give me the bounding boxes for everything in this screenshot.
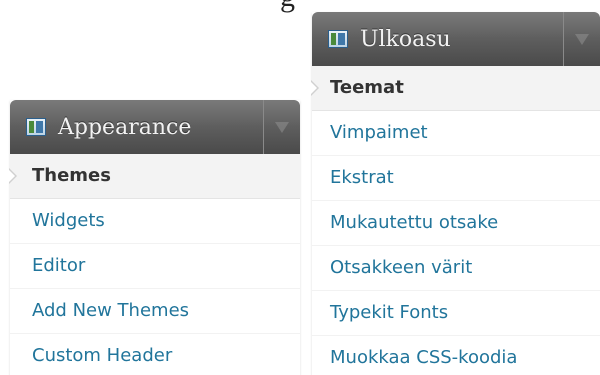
menu-item-add-new-themes[interactable]: Add New Themes — [10, 289, 300, 334]
menu-item-label: Custom Header — [32, 345, 173, 366]
menu-item-label: Editor — [32, 255, 86, 276]
appearance-icon — [328, 30, 348, 48]
cropped-caption-text: g — [280, 0, 295, 14]
menu-item-label: Widgets — [32, 210, 105, 231]
menu-title: Appearance — [58, 114, 192, 140]
appearance-menu-en: Appearance Themes Widgets Editor Add New… — [8, 100, 300, 375]
menu-title: Ulkoasu — [360, 26, 451, 52]
menu-item-label: Mukautettu otsake — [330, 212, 499, 233]
menu-item-label: Typekit Fonts — [330, 302, 449, 323]
menu-item-label: Teemat — [330, 77, 404, 98]
current-pointer-icon — [8, 168, 17, 184]
menu-item-label: Otsakkeen värit — [330, 257, 473, 278]
menu-item-muokkaa-css-koodia[interactable]: Muokkaa CSS-koodia — [312, 336, 600, 375]
menu-item-themes[interactable]: Themes — [8, 154, 300, 199]
appearance-menu-fi: Ulkoasu Teemat Vimpaimet Ekstrat Mukaute… — [310, 12, 600, 375]
menu-item-vimpaimet[interactable]: Vimpaimet — [312, 111, 600, 156]
menu-item-teemat[interactable]: Teemat — [310, 66, 600, 111]
current-pointer-icon — [310, 80, 319, 96]
menu-item-custom-header[interactable]: Custom Header — [10, 334, 300, 375]
menu-item-label: Add New Themes — [32, 300, 190, 321]
menu-item-widgets[interactable]: Widgets — [10, 199, 300, 244]
menu-item-label: Vimpaimet — [330, 122, 428, 143]
menu-item-ekstrat[interactable]: Ekstrat — [312, 156, 600, 201]
chevron-down-icon[interactable] — [263, 100, 300, 154]
menu-item-otsakkeen-varit[interactable]: Otsakkeen värit — [312, 246, 600, 291]
menu-header-ulkoasu[interactable]: Ulkoasu — [312, 12, 600, 66]
appearance-icon — [26, 118, 46, 136]
menu-item-typekit-fonts[interactable]: Typekit Fonts — [312, 291, 600, 336]
menu-item-label: Ekstrat — [330, 167, 394, 188]
menu-item-label: Muokkaa CSS-koodia — [330, 347, 518, 368]
menu-item-mukautettu-otsake[interactable]: Mukautettu otsake — [312, 201, 600, 246]
chevron-down-icon[interactable] — [563, 12, 600, 66]
menu-item-editor[interactable]: Editor — [10, 244, 300, 289]
screenshot-canvas: g Appearance Themes Widgets Editor Add N… — [0, 0, 600, 375]
menu-header-appearance[interactable]: Appearance — [10, 100, 300, 154]
menu-item-label: Themes — [32, 165, 111, 186]
